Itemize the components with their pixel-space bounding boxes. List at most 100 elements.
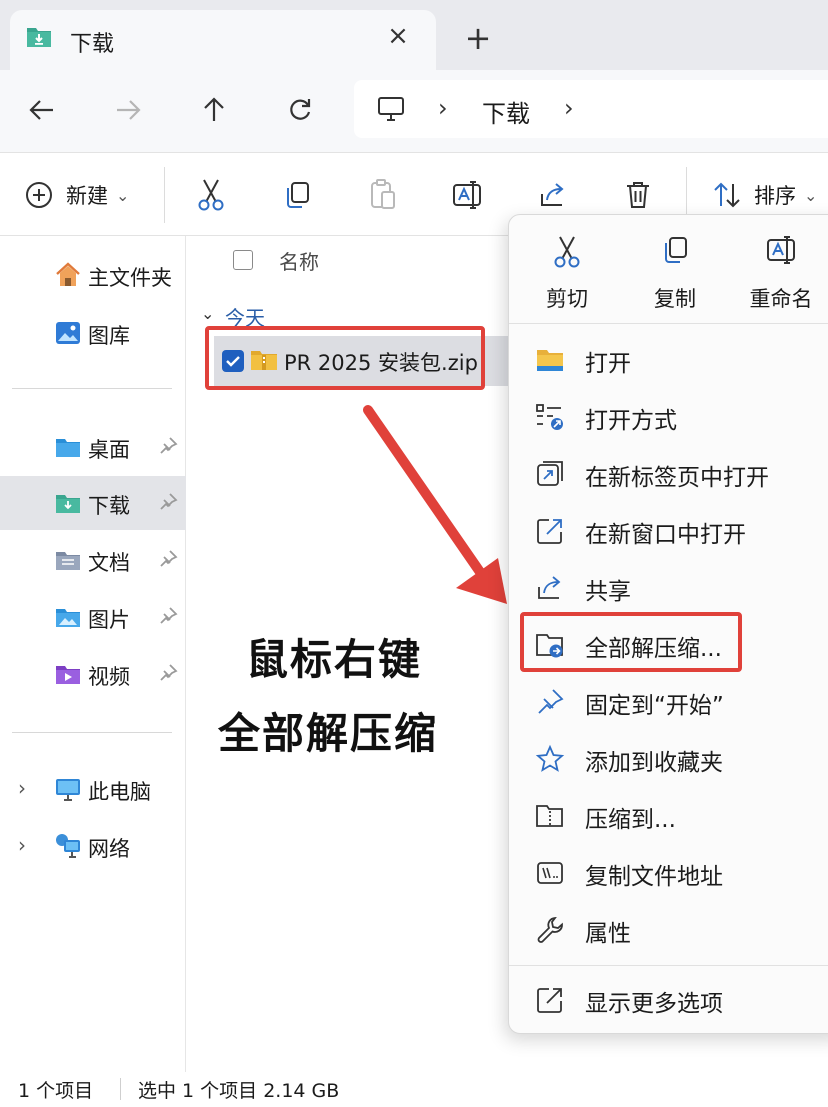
menu-item-copy-path[interactable]: 复制文件地址	[509, 845, 828, 899]
new-window-icon	[535, 516, 565, 546]
refresh-icon	[290, 99, 311, 120]
pictures-folder-icon	[54, 603, 82, 631]
sort-button[interactable]: 排序 ⌄	[712, 175, 817, 215]
arrow-right-icon	[117, 100, 141, 120]
context-divider	[509, 965, 828, 966]
column-header-name[interactable]: 名称	[279, 246, 319, 275]
pin-icon[interactable]	[158, 492, 178, 512]
documents-folder-icon	[54, 546, 82, 574]
arrow-left-icon	[29, 100, 53, 120]
menu-item-label: 属性	[585, 921, 631, 947]
context-rename-label: 重命名	[749, 287, 813, 311]
desktop-folder-icon	[54, 433, 82, 461]
refresh-button[interactable]	[278, 88, 322, 132]
sidebar-item-label: 图库	[88, 324, 130, 348]
sidebar-item-label: 主文件夹	[88, 266, 172, 290]
pin-icon[interactable]	[158, 663, 178, 683]
sort-icon	[714, 182, 740, 208]
menu-item-open-with[interactable]: 打开方式	[509, 389, 828, 443]
wrench-icon	[535, 915, 565, 945]
gallery-icon	[54, 319, 82, 347]
open-with-icon	[535, 402, 565, 432]
sidebar-divider	[12, 388, 172, 389]
pin-icon[interactable]	[158, 549, 178, 569]
menu-item-label: 在新窗口中打开	[585, 522, 746, 548]
folder-open-icon	[535, 345, 565, 375]
context-copy-button[interactable]: 复制	[625, 235, 725, 319]
new-button[interactable]: 新建 ⌄	[24, 175, 129, 215]
rename-icon	[453, 181, 481, 209]
menu-item-label: 显示更多选项	[585, 991, 723, 1017]
close-tab-button[interactable]: ×	[382, 20, 414, 52]
sidebar-item-network[interactable]: › 网络	[0, 819, 186, 873]
menu-item-label: 共享	[585, 579, 631, 605]
menu-item-open-new-window[interactable]: 在新窗口中打开	[509, 503, 828, 557]
more-options-icon	[535, 985, 565, 1015]
tab-downloads[interactable]: 下载 ×	[10, 10, 436, 70]
breadcrumb-chevron[interactable]: ›	[564, 94, 574, 122]
sidebar-item-videos[interactable]: 视频	[0, 647, 186, 701]
status-selection: 选中 1 个项目 2.14 GB	[138, 1080, 340, 1102]
sidebar-item-documents[interactable]: 文档	[0, 533, 186, 587]
delete-button[interactable]	[624, 175, 652, 215]
back-button[interactable]	[20, 88, 64, 132]
menu-item-label: 在新标签页中打开	[585, 465, 769, 491]
menu-item-add-favorites[interactable]: 添加到收藏夹	[509, 731, 828, 785]
sidebar-item-this-pc[interactable]: › 此电脑	[0, 762, 186, 816]
menu-item-show-more-options[interactable]: 显示更多选项	[509, 972, 828, 1026]
sidebar-item-downloads[interactable]: 下载	[0, 476, 186, 530]
cut-button[interactable]	[196, 175, 226, 215]
toolbar-divider	[164, 167, 165, 223]
rename-icon	[766, 235, 796, 269]
select-all-checkbox[interactable]	[233, 250, 253, 270]
context-rename-button[interactable]: 重命名	[731, 235, 828, 319]
new-tab-button[interactable]: +	[458, 18, 498, 58]
menu-item-label: 打开方式	[585, 408, 677, 434]
copy-button[interactable]	[282, 175, 312, 215]
highlight-file-box	[205, 326, 485, 390]
address-bar[interactable]: › 下载 ›	[354, 80, 828, 138]
chevron-right-icon[interactable]: ›	[18, 833, 26, 857]
chevron-right-icon[interactable]: ›	[18, 776, 26, 800]
sidebar-item-home[interactable]: 主文件夹	[0, 248, 186, 302]
paste-button[interactable]	[368, 175, 398, 215]
chevron-down-icon[interactable]: ⌄	[201, 304, 214, 323]
menu-item-compress-to[interactable]: 压缩到...	[509, 788, 828, 842]
sidebar-item-label: 视频	[88, 665, 130, 689]
sidebar-item-label: 下载	[88, 494, 130, 518]
menu-item-label: 打开	[585, 351, 631, 377]
menu-item-open-new-tab[interactable]: 在新标签页中打开	[509, 446, 828, 500]
context-cut-button[interactable]: 剪切	[517, 235, 617, 319]
callout-line2: 全部解压缩	[218, 709, 439, 758]
rename-button[interactable]	[452, 175, 484, 215]
pin-icon[interactable]	[158, 436, 178, 456]
breadcrumb-downloads[interactable]: 下载	[482, 94, 530, 129]
pin-icon[interactable]	[158, 606, 178, 626]
sidebar-item-desktop[interactable]: 桌面	[0, 420, 186, 474]
copy-icon	[287, 182, 309, 208]
menu-item-share[interactable]: 共享	[509, 560, 828, 614]
sidebar-item-pictures[interactable]: 图片	[0, 590, 186, 644]
downloads-folder-icon	[26, 24, 52, 48]
navigation-pane: 主文件夹 图库 桌面 下载 文档 图片 视频 › 此电脑 › 网络	[0, 236, 186, 1072]
plus-circle-icon	[26, 182, 52, 208]
pin-icon	[535, 687, 565, 717]
sidebar-item-label: 此电脑	[88, 780, 151, 804]
network-icon	[54, 832, 82, 860]
downloads-folder-icon	[54, 489, 82, 517]
sidebar-item-gallery[interactable]: 图库	[0, 306, 186, 360]
home-icon	[54, 261, 82, 289]
compress-icon	[535, 801, 565, 831]
share-button[interactable]	[538, 175, 568, 215]
menu-item-pin-to-start[interactable]: 固定到“开始”	[509, 674, 828, 728]
callout-line1: 鼠标右键	[246, 635, 423, 684]
forward-button[interactable]	[106, 88, 150, 132]
menu-item-open[interactable]: 打开	[509, 332, 828, 386]
menu-item-label: 复制文件地址	[585, 864, 723, 890]
cut-icon	[552, 235, 582, 269]
up-button[interactable]	[192, 88, 236, 132]
menu-item-properties[interactable]: 属性	[509, 902, 828, 956]
context-cut-label: 剪切	[546, 287, 588, 311]
share-icon	[535, 573, 565, 603]
context-copy-label: 复制	[654, 287, 696, 311]
